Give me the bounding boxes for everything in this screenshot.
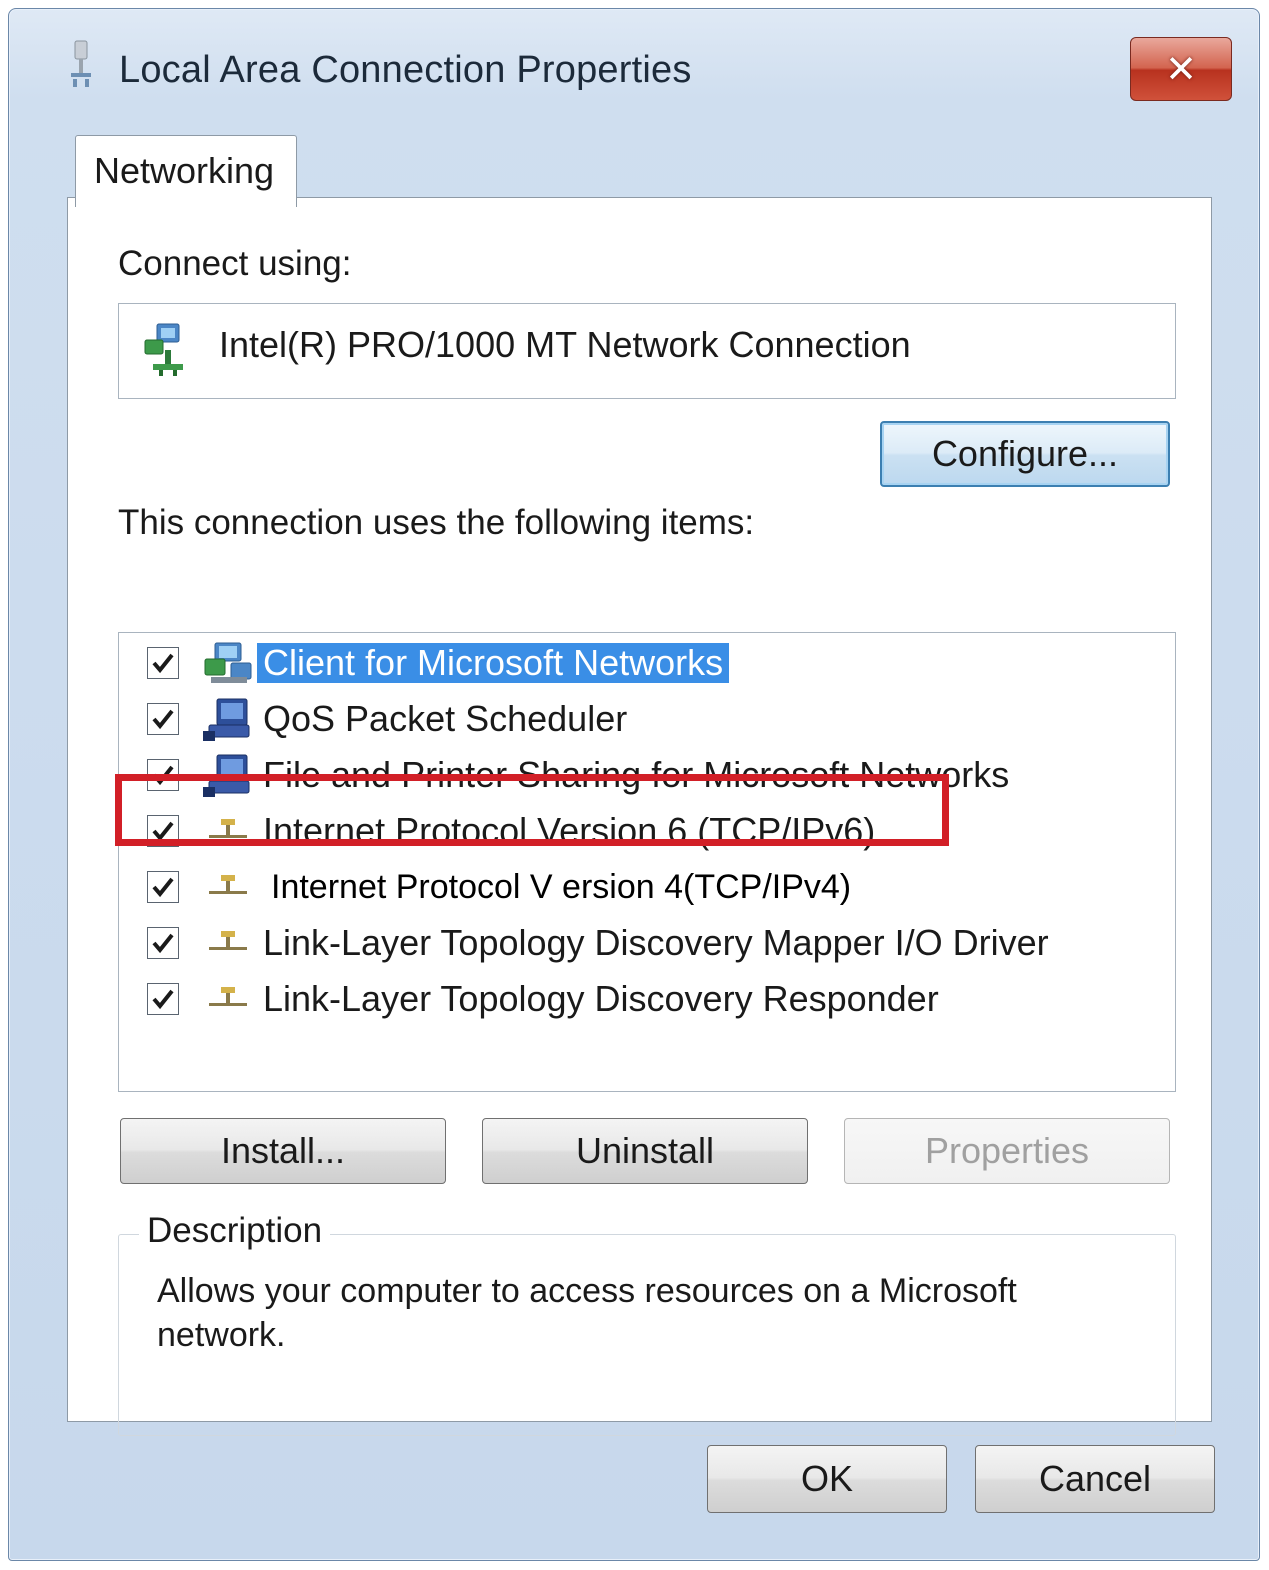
- cancel-button[interactable]: Cancel: [975, 1445, 1215, 1513]
- protocol-icon: [209, 875, 247, 894]
- description-text: Allows your computer to access resources…: [157, 1272, 1017, 1354]
- tab-networking[interactable]: Networking: [75, 135, 297, 207]
- network-adapter-icon: [144, 323, 183, 376]
- adapter-field: Intel(R) PRO/1000 MT Network Connection: [118, 303, 1176, 399]
- configure-button[interactable]: Configure...: [880, 421, 1170, 487]
- adapter-name: Intel(R) PRO/1000 MT Network Connection: [219, 324, 911, 365]
- close-icon: ✕: [1165, 48, 1197, 91]
- item-label: Link-Layer Topology Discovery Responder: [263, 978, 939, 1019]
- list-item-ipv4[interactable]: Internet Protocol V ersion 4(TCP/IPv4): [141, 865, 1161, 917]
- checkmark-icon: [152, 877, 174, 898]
- checkmark-icon: [152, 933, 174, 954]
- checkmark-icon: [152, 653, 174, 674]
- item-checkbox[interactable]: [147, 647, 179, 679]
- dialog-client-area: Networking Connect using: Intel(R) PRO/1…: [67, 127, 1212, 1436]
- item-label: Link-Layer Topology Discovery Mapper I/O…: [263, 922, 1049, 963]
- properties-dialog: Local Area Connection Properties ✕ Netwo…: [8, 8, 1260, 1561]
- list-item[interactable]: Link-Layer Topology Discovery Responder: [141, 977, 1161, 1029]
- window-title: Local Area Connection Properties: [119, 49, 692, 91]
- item-checkbox[interactable]: [147, 815, 179, 847]
- item-checkbox[interactable]: [147, 703, 179, 735]
- network-adapter-icon: [71, 40, 91, 87]
- item-checkbox[interactable]: [147, 759, 179, 791]
- item-label: Internet Protocol Version 6 (TCP/IPv6): [263, 810, 876, 851]
- checkmark-icon: [152, 765, 174, 786]
- item-label: Client for Microsoft Networks: [257, 643, 730, 683]
- list-item[interactable]: File and Printer Sharing for Microsoft N…: [141, 753, 1161, 805]
- properties-button[interactable]: Properties: [844, 1118, 1170, 1184]
- list-item[interactable]: QoS Packet Scheduler: [141, 697, 1161, 749]
- protocol-icon: [209, 819, 247, 838]
- protocol-icon: [209, 987, 247, 1006]
- list-item[interactable]: Internet Protocol Version 6 (TCP/IPv6): [141, 809, 1161, 861]
- install-button[interactable]: Install...: [120, 1118, 446, 1184]
- checkmark-icon: [152, 709, 174, 730]
- checkmark-icon: [152, 989, 174, 1010]
- network-service-icon: [203, 698, 250, 741]
- uninstall-button[interactable]: Uninstall: [482, 1118, 808, 1184]
- protocol-icon: [209, 931, 247, 950]
- item-checkbox[interactable]: [147, 871, 179, 903]
- networking-panel: Connect using: Intel(R) PRO/1000 MT Netw…: [67, 197, 1212, 1436]
- description-title: Description: [139, 1211, 331, 1251]
- list-item[interactable]: Client for Microsoft Networks: [141, 641, 1161, 693]
- item-checkbox[interactable]: [147, 983, 179, 1015]
- tab-networking-label: Networking: [94, 150, 275, 191]
- item-label: Internet Protocol V ersion 4(TCP/IPv4): [271, 868, 852, 906]
- connect-using-label: Connect using:: [118, 244, 352, 283]
- list-item[interactable]: Link-Layer Topology Discovery Mapper I/O…: [141, 921, 1161, 973]
- checkmark-icon: [152, 821, 174, 842]
- items-label: This connection uses the following items…: [118, 503, 755, 542]
- close-button[interactable]: ✕: [1130, 37, 1232, 101]
- network-service-icon: [203, 754, 250, 797]
- description-group: Description Allows your computer to acce…: [118, 1211, 1176, 1436]
- item-label: File and Printer Sharing for Microsoft N…: [263, 754, 1010, 795]
- components-list[interactable]: Client for Microsoft Networks QoS Packet…: [118, 632, 1176, 1092]
- network-client-icon: [204, 642, 252, 683]
- ok-button[interactable]: OK: [707, 1445, 947, 1513]
- item-checkbox[interactable]: [147, 927, 179, 959]
- item-label: QoS Packet Scheduler: [263, 698, 628, 739]
